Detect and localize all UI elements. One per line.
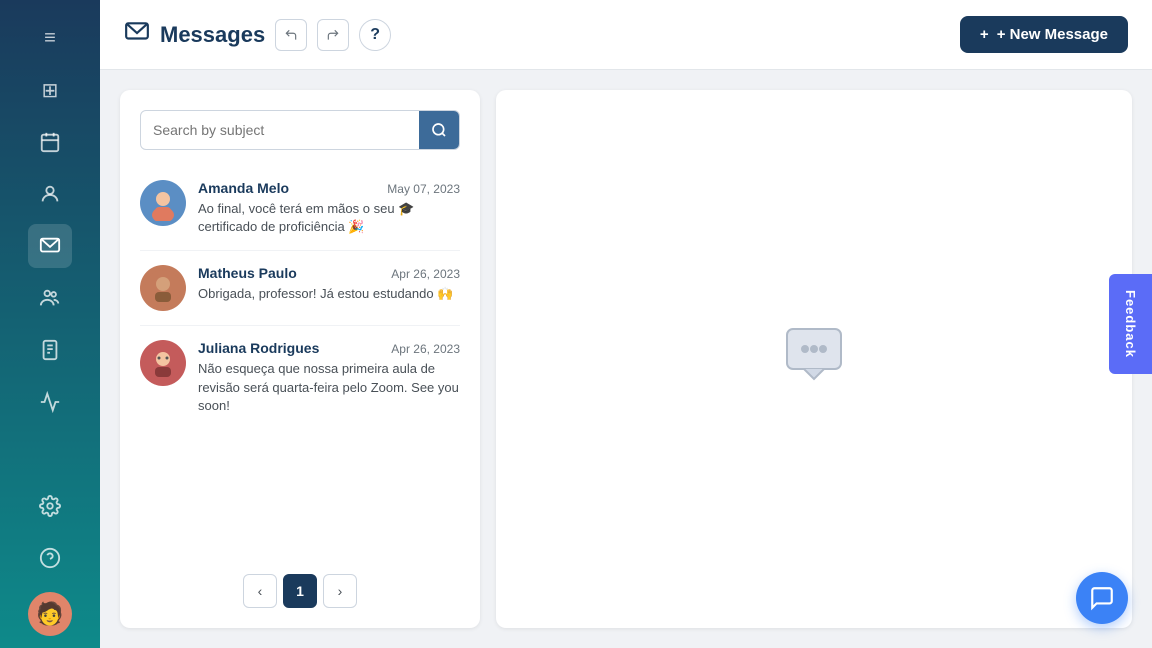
message-preview: Ao final, você terá em mãos o seu 🎓certi… — [198, 200, 460, 236]
search-bar — [140, 110, 460, 150]
new-message-plus-icon: + — [980, 26, 989, 43]
sidebar: ≡ ⊞ 🧑 — [0, 0, 100, 648]
page-title: Messages — [160, 22, 265, 48]
sidebar-item-dashboard[interactable]: ⊞ — [28, 68, 72, 112]
avatar — [140, 340, 186, 386]
content-area: Amanda Melo May 07, 2023 Ao final, você … — [100, 70, 1152, 648]
avatar — [140, 265, 186, 311]
help-button[interactable]: ? — [359, 19, 391, 51]
search-input[interactable] — [141, 113, 419, 147]
main-area: Messages ? + + New Message — [100, 0, 1152, 648]
chat-fab-button[interactable] — [1076, 572, 1128, 624]
avatar — [140, 180, 186, 226]
message-header-row: Matheus Paulo Apr 26, 2023 — [198, 265, 460, 281]
message-header-row: Juliana Rodrigues Apr 26, 2023 — [198, 340, 460, 356]
sidebar-item-help[interactable] — [28, 536, 72, 580]
sidebar-item-collapse[interactable]: ≡ — [28, 16, 72, 60]
messages-header-icon — [124, 19, 150, 51]
feedback-label[interactable]: Feedback — [1109, 274, 1152, 374]
message-body: Juliana Rodrigues Apr 26, 2023 Não esque… — [198, 340, 460, 415]
message-sender: Juliana Rodrigues — [198, 340, 319, 356]
pagination: ‹ 1 › — [140, 574, 460, 608]
message-header-row: Amanda Melo May 07, 2023 — [198, 180, 460, 196]
message-list: Amanda Melo May 07, 2023 Ao final, você … — [140, 166, 460, 558]
message-date: May 07, 2023 — [387, 182, 460, 196]
redo-button[interactable] — [317, 19, 349, 51]
message-preview: Não esqueça que nossa primeira aula de r… — [198, 360, 460, 415]
list-item[interactable]: Juliana Rodrigues Apr 26, 2023 Não esque… — [140, 326, 460, 429]
header: Messages ? + + New Message — [100, 0, 1152, 70]
header-title-group: Messages ? — [124, 19, 960, 51]
message-view-panel — [496, 90, 1132, 628]
feedback-tab[interactable]: Feedback — [1109, 274, 1152, 374]
messages-panel: Amanda Melo May 07, 2023 Ao final, você … — [120, 90, 480, 628]
sidebar-item-contacts[interactable] — [28, 172, 72, 216]
sidebar-item-assignments[interactable] — [28, 328, 72, 372]
sidebar-item-students[interactable] — [28, 276, 72, 320]
sidebar-item-reports[interactable] — [28, 380, 72, 424]
message-body: Matheus Paulo Apr 26, 2023 Obrigada, pro… — [198, 265, 460, 311]
message-sender: Amanda Melo — [198, 180, 289, 196]
message-body: Amanda Melo May 07, 2023 Ao final, você … — [198, 180, 460, 236]
message-date: Apr 26, 2023 — [391, 267, 460, 281]
user-avatar[interactable]: 🧑 — [28, 592, 72, 636]
search-button[interactable] — [419, 111, 459, 149]
sidebar-item-calendar[interactable] — [28, 120, 72, 164]
message-preview: Obrigada, professor! Já estou estudando … — [198, 285, 460, 303]
undo-button[interactable] — [275, 19, 307, 51]
new-message-label: + New Message — [997, 26, 1108, 43]
next-page-button[interactable]: › — [323, 574, 357, 608]
list-item[interactable]: Amanda Melo May 07, 2023 Ao final, você … — [140, 166, 460, 251]
message-date: Apr 26, 2023 — [391, 342, 460, 356]
sidebar-item-messages[interactable] — [28, 224, 72, 268]
empty-message-icon — [779, 317, 849, 401]
current-page-button[interactable]: 1 — [283, 574, 317, 608]
new-message-button[interactable]: + + New Message — [960, 16, 1128, 53]
message-sender: Matheus Paulo — [198, 265, 297, 281]
prev-page-button[interactable]: ‹ — [243, 574, 277, 608]
list-item[interactable]: Matheus Paulo Apr 26, 2023 Obrigada, pro… — [140, 251, 460, 326]
sidebar-item-settings[interactable] — [28, 484, 72, 528]
